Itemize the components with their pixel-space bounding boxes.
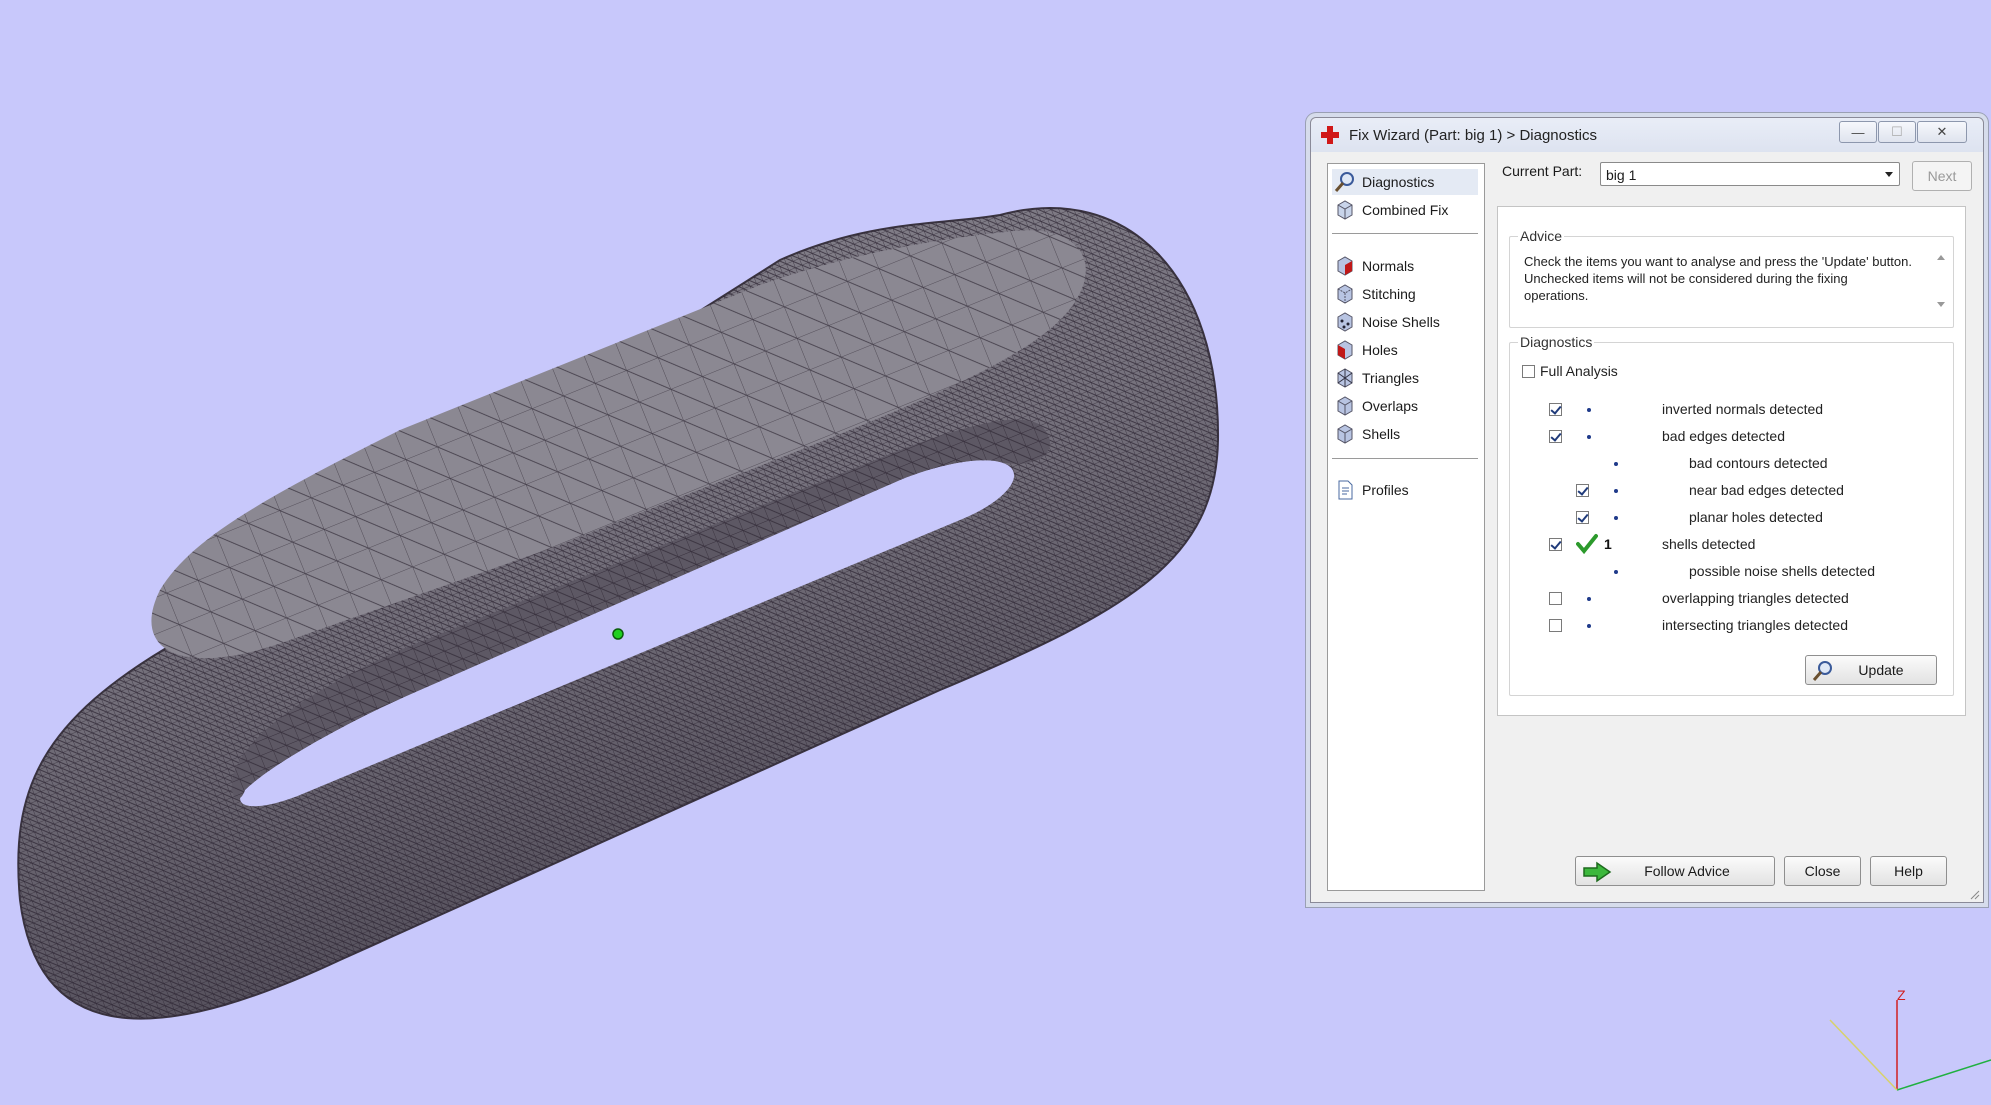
- axes-triad: Z: [1829, 987, 1991, 1091]
- sidebar-item-label: Holes: [1362, 342, 1398, 358]
- status-dot: [1587, 435, 1591, 439]
- title-bar[interactable]: Fix Wizard (Part: big 1) > Diagnostics —…: [1311, 118, 1983, 152]
- minimize-button[interactable]: —: [1839, 121, 1877, 143]
- green-check-icon: [1576, 534, 1598, 555]
- overlaps-cube-icon: [1337, 396, 1353, 416]
- status-dot: [1614, 489, 1618, 493]
- diagnostics-group: Diagnostics Full Analysis inverted norma…: [1509, 334, 1954, 696]
- sidebar-item-label: Stitching: [1362, 286, 1416, 302]
- chevron-down-icon: [1885, 172, 1893, 177]
- advice-scrollbar[interactable]: [1933, 251, 1949, 311]
- sidebar-item-noise-shells[interactable]: Noise Shells: [1332, 309, 1478, 335]
- sidebar-item-profiles[interactable]: Profiles: [1332, 477, 1478, 503]
- current-part-label: Current Part:: [1502, 163, 1583, 179]
- full-analysis-checkbox[interactable]: [1522, 365, 1535, 378]
- pivot-point: [612, 628, 624, 640]
- inverted-normals-checkbox[interactable]: [1549, 403, 1562, 416]
- update-button-label: Update: [1858, 662, 1904, 678]
- sidebar-item-normals[interactable]: Normals: [1332, 253, 1478, 279]
- magnifier-icon: [1334, 172, 1354, 192]
- bad-edges-label: bad edges detected: [1662, 428, 1785, 444]
- intersecting-triangles-label: intersecting triangles detected: [1662, 617, 1848, 633]
- sidebar-item-label: Overlaps: [1362, 398, 1419, 414]
- sidebar-item-label: Diagnostics: [1362, 174, 1435, 190]
- follow-advice-button[interactable]: Follow Advice: [1575, 856, 1775, 886]
- sidebar-item-label: Combined Fix: [1362, 202, 1449, 218]
- resize-grip-icon[interactable]: [1968, 887, 1980, 900]
- close-button[interactable]: Close: [1784, 856, 1861, 886]
- shells-cube-icon: [1337, 424, 1353, 444]
- overlapping-triangles-label: overlapping triangles detected: [1662, 590, 1849, 606]
- shells-count: 1: [1604, 536, 1612, 552]
- status-dot: [1587, 624, 1591, 628]
- sidebar-item-label: Profiles: [1362, 482, 1409, 498]
- cube-icon: [1337, 200, 1353, 220]
- shells-label: shells detected: [1662, 536, 1756, 552]
- maximize-button[interactable]: ☐: [1878, 121, 1916, 143]
- sidebar-divider: [1332, 458, 1478, 459]
- intersecting-triangles-checkbox[interactable]: [1549, 619, 1562, 632]
- sidebar-item-label: Normals: [1362, 258, 1415, 274]
- sidebar-divider: [1332, 233, 1478, 234]
- window-title: Fix Wizard (Part: big 1) > Diagnostics: [1349, 127, 1597, 144]
- advice-title: Advice: [1518, 228, 1565, 244]
- near-bad-edges-label: near bad edges detected: [1689, 482, 1844, 498]
- planar-holes-checkbox[interactable]: [1576, 511, 1589, 524]
- noise-shells-label: possible noise shells detected: [1689, 563, 1876, 579]
- advice-text: Check the items you want to analyse and …: [1524, 254, 1912, 303]
- sidebar-item-label: Shells: [1362, 426, 1401, 442]
- sidebar-item-combined-fix[interactable]: Combined Fix: [1332, 197, 1478, 223]
- planar-holes-label: planar holes detected: [1689, 509, 1823, 525]
- magnifier-icon: [1812, 661, 1832, 681]
- normals-cube-icon: [1337, 256, 1353, 276]
- sidebar-item-stitching[interactable]: Stitching: [1332, 281, 1478, 307]
- scroll-down-icon[interactable]: [1937, 302, 1945, 307]
- update-button[interactable]: Update: [1805, 655, 1937, 685]
- status-dot: [1587, 408, 1591, 412]
- status-dot: [1614, 462, 1618, 466]
- sidebar-item-diagnostics[interactable]: Diagnostics: [1332, 169, 1478, 195]
- bad-edges-checkbox[interactable]: [1549, 430, 1562, 443]
- inverted-normals-label: inverted normals detected: [1662, 401, 1824, 417]
- triangles-cube-icon: [1337, 368, 1353, 388]
- overlapping-triangles-checkbox[interactable]: [1549, 592, 1562, 605]
- advice-group: Advice Check the items you want to analy…: [1509, 228, 1954, 328]
- sidebar-item-shells[interactable]: Shells: [1332, 421, 1478, 447]
- sidebar-item-triangles[interactable]: Triangles: [1332, 365, 1478, 391]
- shells-checkbox[interactable]: [1549, 538, 1562, 551]
- stitching-cube-icon: [1337, 284, 1353, 304]
- near-bad-edges-checkbox[interactable]: [1576, 484, 1589, 497]
- diagnostics-title: Diagnostics: [1518, 334, 1595, 350]
- current-part-select[interactable]: big 1: [1600, 162, 1900, 186]
- sidebar-item-holes[interactable]: Holes: [1332, 337, 1478, 363]
- noise-shells-cube-icon: [1337, 312, 1353, 332]
- fix-wizard-window: Fix Wizard (Part: big 1) > Diagnostics —…: [1310, 117, 1984, 903]
- holes-cube-icon: [1337, 340, 1353, 360]
- full-analysis-label: Full Analysis: [1540, 363, 1618, 379]
- sidebar-item-label: Triangles: [1362, 370, 1420, 386]
- follow-advice-label: Follow Advice: [1644, 863, 1730, 879]
- status-dot: [1614, 570, 1618, 574]
- sidebar-item-overlaps[interactable]: Overlaps: [1332, 393, 1478, 419]
- scroll-up-icon[interactable]: [1937, 255, 1945, 260]
- status-dot: [1587, 597, 1591, 601]
- current-part-value: big 1: [1606, 167, 1637, 183]
- green-arrow-icon: [1583, 861, 1612, 883]
- close-window-button[interactable]: ✕: [1917, 121, 1967, 143]
- wizard-sidebar: Diagnostics Combined Fix Normals Stitchi…: [1327, 163, 1485, 891]
- next-button[interactable]: Next: [1912, 161, 1972, 191]
- red-cross-icon: [1321, 126, 1339, 144]
- diagnostics-panel: Advice Check the items you want to analy…: [1497, 206, 1966, 716]
- document-icon: [1338, 480, 1353, 500]
- sidebar-item-label: Noise Shells: [1362, 314, 1440, 330]
- z-axis-label: Z: [1897, 987, 1906, 1003]
- help-button[interactable]: Help: [1870, 856, 1947, 886]
- bad-contours-label: bad contours detected: [1689, 455, 1828, 471]
- status-dot: [1614, 516, 1618, 520]
